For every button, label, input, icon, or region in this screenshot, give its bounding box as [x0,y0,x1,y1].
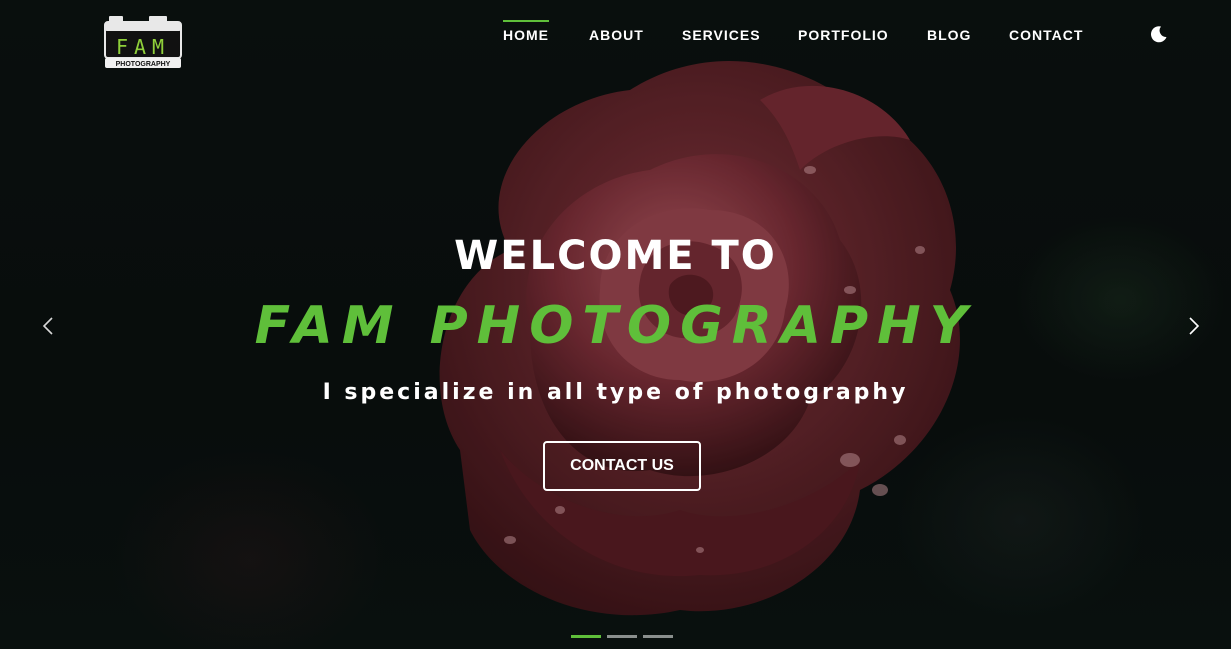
nav-home[interactable]: HOME [503,20,549,43]
nav-contact[interactable]: CONTACT [1009,27,1083,43]
nav-about[interactable]: ABOUT [589,27,644,43]
nav-services[interactable]: SERVICES [682,27,761,43]
hero-tagline: I specialize in all type of photography [322,380,909,405]
logo-subtitle: PHOTOGRAPHY [116,61,171,68]
moon-icon[interactable] [1150,25,1168,43]
carousel-indicator-3[interactable] [643,635,673,638]
carousel-indicator-2[interactable] [607,635,637,638]
contact-us-button[interactable]: CONTACT US [543,441,701,491]
chevron-left-icon[interactable] [41,316,55,336]
hero-welcome: WELCOME TO [454,233,777,279]
main-nav: HOME ABOUT SERVICES PORTFOLIO BLOG CONTA… [0,20,1231,50]
nav-blog[interactable]: BLOG [927,27,971,43]
nav-portfolio[interactable]: PORTFOLIO [798,27,889,43]
chevron-right-icon[interactable] [1187,316,1201,336]
hero-brand-title: FAM PHOTOGRAPHY [254,296,977,356]
carousel-indicator-1[interactable] [571,635,601,638]
